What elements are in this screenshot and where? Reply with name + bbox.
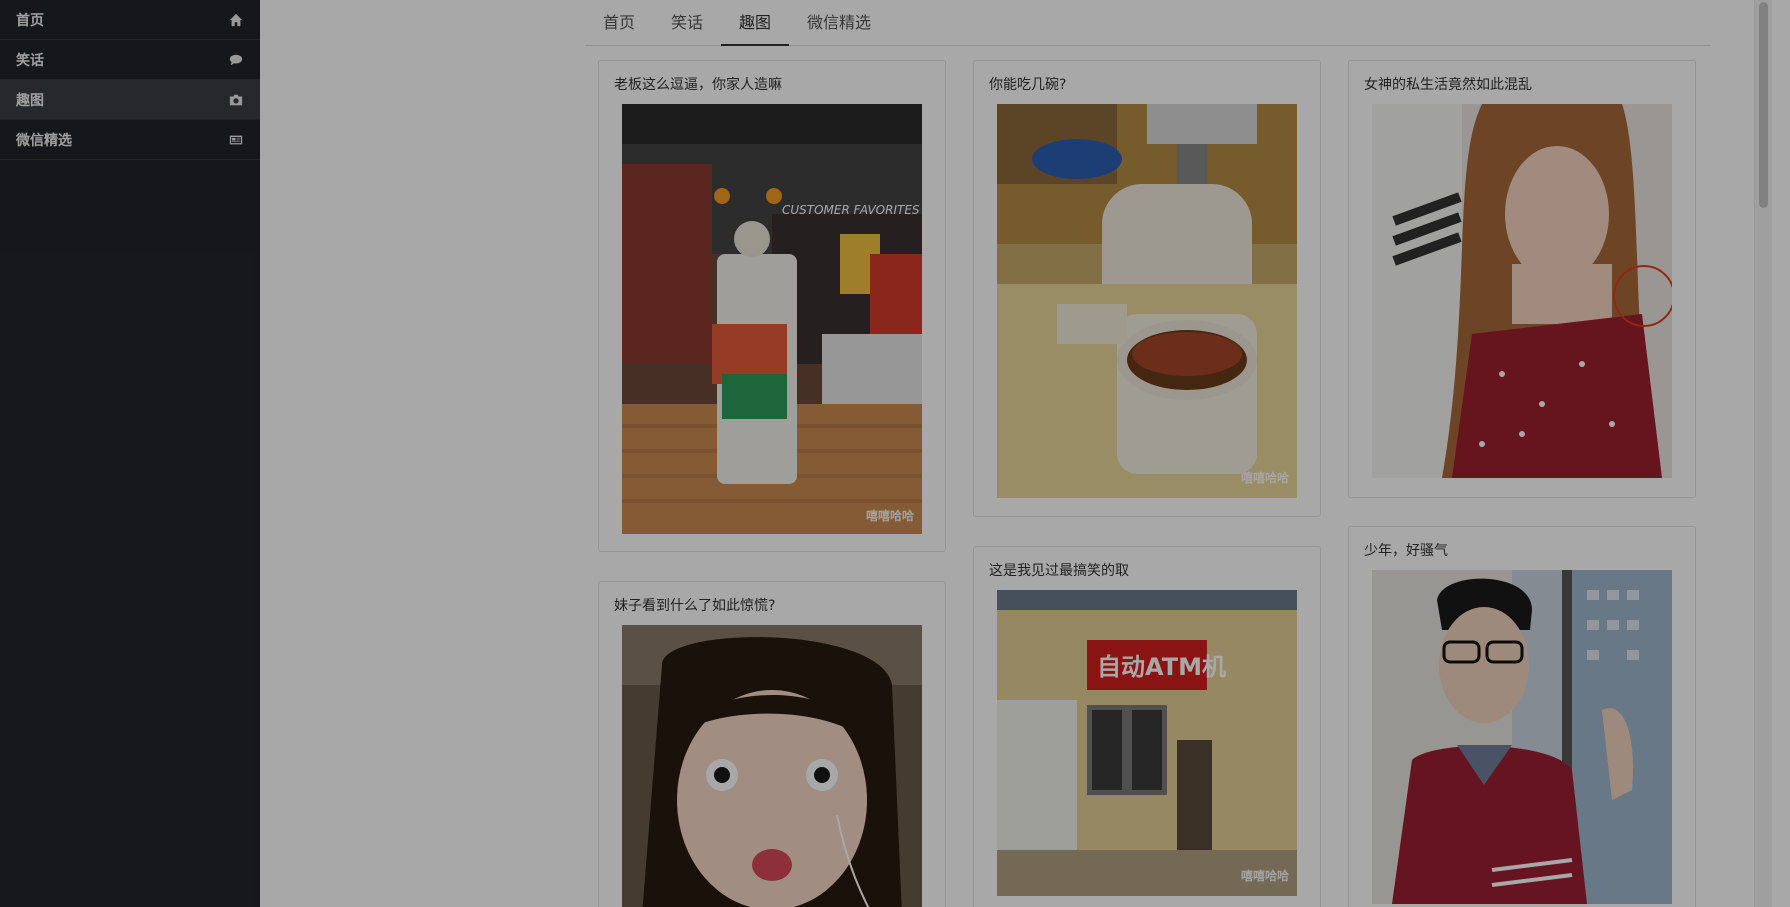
svg-text:自动ATM机: 自动ATM机	[1097, 653, 1226, 681]
post-image[interactable]: 嘻嘻哈哈	[997, 104, 1297, 498]
image-watermark: 嘻嘻哈哈	[1240, 471, 1289, 485]
newspaper-icon	[228, 132, 244, 148]
image-watermark: 嘻嘻哈哈	[1240, 869, 1289, 883]
post-title: 妹子看到什么了如此惊慌?	[614, 598, 776, 614]
atm-wall-photo: 自动ATM机	[997, 590, 1297, 896]
image-watermark: 嘻嘻哈哈	[865, 509, 914, 523]
scrollbar-thumb[interactable]	[1759, 2, 1768, 208]
camera-icon	[228, 92, 244, 108]
post-title: 你能吃几碗?	[989, 77, 1067, 93]
home-icon	[228, 12, 244, 28]
svg-text:CUSTOMER FAVORITES: CUSTOMER FAVORITES	[782, 203, 920, 217]
post-title: 这是我见过最搞笑的取	[989, 563, 1129, 579]
sidebar: 首页 笑话 趣图 微信精选	[0, 0, 260, 907]
post-image[interactable]: 自动ATM机 嘻嘻哈哈	[997, 590, 1297, 896]
post-image[interactable]	[1372, 570, 1672, 904]
skeleton-shop-photo: CUSTOMER FAVORITES	[622, 104, 922, 534]
tab-jokes[interactable]: 笑话	[653, 0, 721, 45]
tab-home[interactable]: 首页	[585, 0, 653, 45]
post-title: 少年，好骚气	[1364, 543, 1448, 559]
main-content: 首页 笑话 趣图 微信精选 老板这么逗逼，你家人造嘛 CUSTOMER FAVO…	[260, 0, 1772, 907]
vertical-scrollbar[interactable]	[1754, 0, 1772, 907]
post-title: 老板这么逗逼，你家人造嘛	[614, 77, 782, 93]
post-image[interactable]	[1372, 104, 1672, 478]
post-card[interactable]: 你能吃几碗? 嘻嘻哈哈	[973, 60, 1321, 517]
post-card[interactable]: 妹子看到什么了如此惊慌?	[598, 581, 946, 907]
sidebar-item-home[interactable]: 首页	[0, 0, 260, 40]
comment-icon	[228, 52, 244, 68]
sidebar-item-label: 首页	[16, 12, 44, 29]
post-card[interactable]: 女神的私生活竟然如此混乱	[1348, 60, 1696, 498]
sidebar-item-funny-pics[interactable]: 趣图	[0, 80, 260, 120]
post-title: 女神的私生活竟然如此混乱	[1364, 77, 1532, 93]
post-card[interactable]: 老板这么逗逼，你家人造嘛 CUSTOMER FAVORITES 嘻嘻哈哈	[598, 60, 946, 552]
sidebar-item-label: 趣图	[16, 92, 44, 109]
post-card[interactable]: 少年，好骚气	[1348, 526, 1696, 907]
toilet-bowl-photo	[997, 104, 1297, 498]
selfie-photo	[1372, 104, 1672, 478]
sidebar-item-label: 微信精选	[16, 132, 72, 149]
tab-bar: 首页 笑话 趣图 微信精选	[585, 0, 1711, 46]
tab-wechat[interactable]: 微信精选	[789, 0, 889, 45]
post-image[interactable]: CUSTOMER FAVORITES 嘻嘻哈哈	[622, 104, 922, 534]
tab-funny-pics[interactable]: 趣图	[721, 0, 790, 46]
sidebar-item-jokes[interactable]: 笑话	[0, 40, 260, 80]
sidebar-item-wechat[interactable]: 微信精选	[0, 120, 260, 160]
post-image[interactable]	[622, 625, 922, 907]
sidebar-item-label: 笑话	[16, 52, 44, 69]
young-man-photo	[1372, 570, 1672, 904]
post-card[interactable]: 这是我见过最搞笑的取 自动ATM机 嘻嘻哈哈	[973, 546, 1321, 907]
surprised-face-photo	[622, 625, 922, 907]
